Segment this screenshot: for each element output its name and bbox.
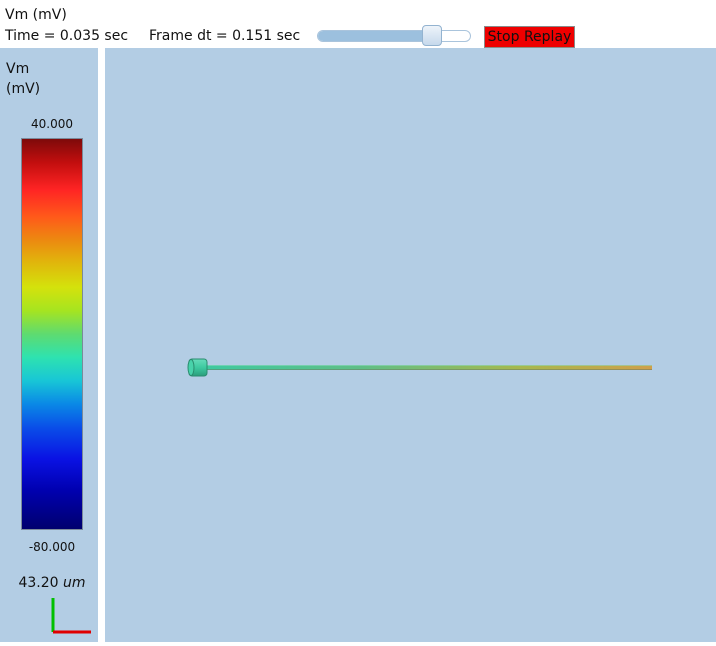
scale-bar-label: 43.20 um [0, 575, 104, 591]
frame-dt-readout: Frame dt = 0.151 sec [149, 28, 301, 44]
neuron-render [187, 358, 652, 377]
scale-bar-value: 43.20 [18, 575, 63, 591]
scale-bar-unit: um [63, 575, 86, 591]
colorbar-title: Vm (mV) [6, 59, 46, 99]
time-readout: Time = 0.035 sec [5, 28, 129, 44]
3d-viewport[interactable] [105, 48, 716, 642]
dendrite-icon [205, 365, 652, 370]
plot-title: Vm (mV) [5, 7, 67, 23]
colorbar-panel: Vm (mV) 40.000 -80.000 43.20 um [0, 48, 98, 642]
slider-thumb[interactable] [422, 25, 442, 46]
colorbar-gradient [21, 138, 83, 530]
stop-replay-button[interactable]: Stop Replay [484, 26, 575, 48]
colorbar-title-line2: (mV) [6, 81, 41, 97]
top-toolbar: Vm (mV) Time = 0.035 sec Frame dt = 0.15… [0, 0, 716, 48]
replay-slider[interactable] [317, 25, 471, 46]
slider-fill [318, 31, 432, 41]
axes-icon [51, 598, 91, 634]
colorbar-title-line1: Vm [6, 61, 30, 77]
colorbar-max-label: 40.000 [31, 117, 73, 131]
soma-icon [187, 358, 208, 377]
colorbar-min-label: -80.000 [28, 540, 76, 554]
